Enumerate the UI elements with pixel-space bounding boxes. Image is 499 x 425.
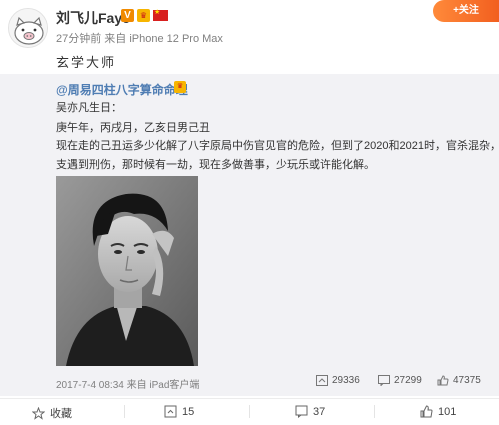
like-button[interactable]: 101	[420, 405, 456, 418]
repost-count: 15	[182, 405, 195, 418]
pig-avatar-icon	[9, 9, 47, 47]
repost-line: 吴亦凡生日：	[56, 102, 122, 114]
comment-icon	[378, 375, 390, 386]
action-bar: 收藏 15 37 101	[0, 398, 499, 425]
follow-button[interactable]: +关注	[433, 0, 499, 22]
portrait-image	[56, 176, 198, 366]
divider	[374, 405, 375, 418]
like-count: 101	[438, 405, 457, 418]
favorite-label: 收藏	[50, 408, 72, 420]
divider	[249, 405, 250, 418]
comment-icon	[295, 405, 308, 418]
repost-line: 支遇到刑伤，那时候有一劫，现在多做善事，少玩乐或许能化解。	[56, 159, 375, 171]
favorite-button[interactable]: 收藏	[32, 405, 72, 421]
original-author-crown-icon: ♛	[174, 81, 186, 93]
weibo-post-card: 刘飞儿Faye V ♛ 27分钟前 来自 iPhone 12 Pro Max +…	[0, 0, 499, 425]
original-comment-count[interactable]: 27299	[378, 375, 422, 386]
like-icon	[420, 405, 433, 418]
comment-count-label: 27299	[394, 375, 422, 386]
original-post-meta: 2017-7-4 08:34 来自 iPad客户端	[56, 380, 200, 391]
repost-button[interactable]: 15	[164, 405, 194, 418]
china-flag-icon	[153, 8, 168, 21]
like-icon	[437, 375, 449, 386]
avatar[interactable]	[8, 8, 48, 48]
like-count-label: 47375	[453, 375, 481, 386]
post-meta: 27分钟前 来自 iPhone 12 Pro Max	[56, 33, 223, 45]
verified-icon: V	[121, 9, 134, 22]
repost-icon	[316, 375, 328, 386]
post-text: 玄学大师	[56, 55, 117, 70]
comment-count: 37	[313, 405, 326, 418]
repost-line: 庚午年，丙戌月，乙亥日男己丑	[56, 122, 210, 134]
repost-count-label: 29336	[332, 375, 360, 386]
comment-button[interactable]: 37	[295, 405, 325, 418]
original-repost-count[interactable]: 29336	[316, 375, 360, 386]
star-icon	[32, 406, 45, 420]
username[interactable]: 刘飞儿Faye	[56, 8, 130, 28]
repost-line: 现在走的己丑运多少化解了八字原局中伤官见官的危险，但到了2020和2021时，官…	[56, 140, 499, 152]
original-like-count[interactable]: 47375	[437, 375, 481, 386]
vip-crown-icon: ♛	[137, 9, 150, 22]
repost-icon	[164, 405, 177, 418]
post-photo[interactable]	[56, 176, 198, 366]
divider	[124, 405, 125, 418]
original-author-link[interactable]: @周易四柱八字算命命理	[56, 81, 188, 98]
